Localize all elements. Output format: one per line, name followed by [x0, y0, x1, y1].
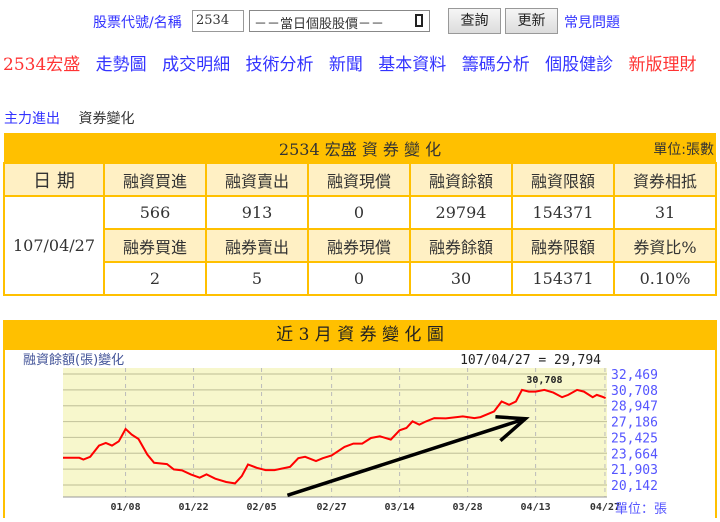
header-cell: 券資比%	[613, 228, 717, 263]
header-cell: 融券限額	[511, 228, 615, 263]
faq-link[interactable]: 常見問題	[564, 12, 620, 32]
stock-nav: 2534宏盛 走勢圖 成交明細 技術分析 新聞 基本資料 籌碼分析 個股健診 新…	[3, 50, 707, 75]
header-cell: 融券現償	[307, 228, 411, 263]
value-cell: 0	[307, 195, 411, 230]
nav-trend[interactable]: 走勢圖	[96, 55, 147, 75]
header-cell: 融券賣出	[205, 228, 309, 263]
value-cell: 566	[103, 195, 207, 230]
chart-title: 融資餘額(張)變化	[23, 352, 124, 368]
value-cell: 913	[205, 195, 309, 230]
y-tick-label: 21,903	[611, 463, 658, 478]
price-select[interactable]: －－當日個股股價－－	[249, 10, 430, 32]
y-tick-label: 20,142	[611, 479, 658, 494]
value-cell: 2	[103, 261, 207, 296]
date-cell: 107/04/27	[3, 195, 105, 296]
y-tick-label: 28,947	[611, 400, 658, 415]
value-cell: 154371	[511, 195, 615, 230]
search-label: 股票代號/名稱	[93, 15, 182, 31]
x-tick-label: 01/08	[111, 502, 141, 513]
y-tick-label: 32,469	[611, 368, 658, 383]
nav-news[interactable]: 新聞	[329, 55, 363, 75]
value-cell: 30	[409, 261, 513, 296]
header-cell: 融資現償	[307, 162, 411, 197]
y-tick-label: 25,425	[611, 431, 658, 446]
header-cell: 融券買進	[103, 228, 207, 263]
dropdown-icon	[415, 14, 423, 27]
header-cell: 融券餘額	[409, 228, 513, 263]
value-cell: 0.10%	[613, 261, 717, 296]
x-tick-label: 01/22	[179, 502, 209, 513]
header-cell: 融資買進	[103, 162, 207, 197]
value-cell: 29794	[409, 195, 513, 230]
peak-label: 30,708	[526, 375, 562, 386]
value-cell: 154371	[511, 261, 615, 296]
subnav-current: 資券變化	[78, 111, 135, 127]
header-cell: 資券相抵	[613, 162, 717, 197]
chart-container: 32,469 30,708 28,947 27,186 25,425 23,664 21,9…	[3, 350, 717, 518]
unit-label: 單位：張	[615, 502, 667, 517]
nav-diagnosis[interactable]: 個股健診	[545, 55, 613, 75]
stock-code-input[interactable]: 2534	[192, 10, 244, 32]
nav-promo[interactable]: 新版理財	[629, 55, 697, 75]
chart-section-title: 近 3 月 資 券 變 化 圖	[3, 320, 717, 350]
nav-trades[interactable]: 成交明細	[162, 55, 230, 75]
value-cell: 31	[613, 195, 717, 230]
nav-chips[interactable]: 籌碼分析	[462, 55, 530, 75]
update-button[interactable]: 更新	[505, 8, 558, 34]
sub-nav: 主力進出 資券變化	[4, 108, 134, 128]
x-tick-label: 03/14	[385, 502, 415, 513]
x-tick-label: 02/05	[247, 502, 277, 513]
unit-label: 單位:張數	[653, 142, 714, 158]
x-tick-label: 04/13	[521, 502, 551, 513]
y-tick-label: 30,708	[611, 384, 658, 399]
header-cell: 融資賣出	[205, 162, 309, 197]
query-button[interactable]: 查詢	[448, 8, 501, 34]
plot-area	[63, 368, 607, 497]
nav-basic[interactable]: 基本資料	[378, 55, 446, 75]
header-cell: 融資餘額	[409, 162, 513, 197]
y-tick-label: 23,664	[611, 447, 658, 462]
header-date: 日 期	[3, 162, 105, 197]
chart-annotation: 107/04/27 = 29,794	[460, 353, 601, 368]
subnav-main-force[interactable]: 主力進出	[4, 111, 60, 127]
value-cell: 5	[205, 261, 309, 296]
select-value: －－當日個股股價－－	[254, 17, 385, 32]
stock-name[interactable]: 2534宏盛	[3, 55, 80, 75]
table-title: 2534 宏盛 資 券 變 化	[278, 139, 442, 159]
x-tick-label: 02/27	[317, 502, 347, 513]
margin-table: 2534 宏盛 資 券 變 化 單位:張數 日 期 融資買進 融資賣出 融資現償…	[3, 133, 717, 296]
y-tick-label: 27,186	[611, 416, 658, 431]
nav-technical[interactable]: 技術分析	[245, 55, 313, 75]
search-bar: 股票代號/名稱 2534 －－當日個股股價－－ 查詢 更新 常見問題	[0, 8, 720, 34]
value-cell: 0	[307, 261, 411, 296]
margin-balance-chart: 32,46930,70828,94727,18625,42523,66421,9…	[23, 352, 667, 517]
header-cell: 融資限額	[511, 162, 615, 197]
x-tick-label: 03/28	[453, 502, 483, 513]
